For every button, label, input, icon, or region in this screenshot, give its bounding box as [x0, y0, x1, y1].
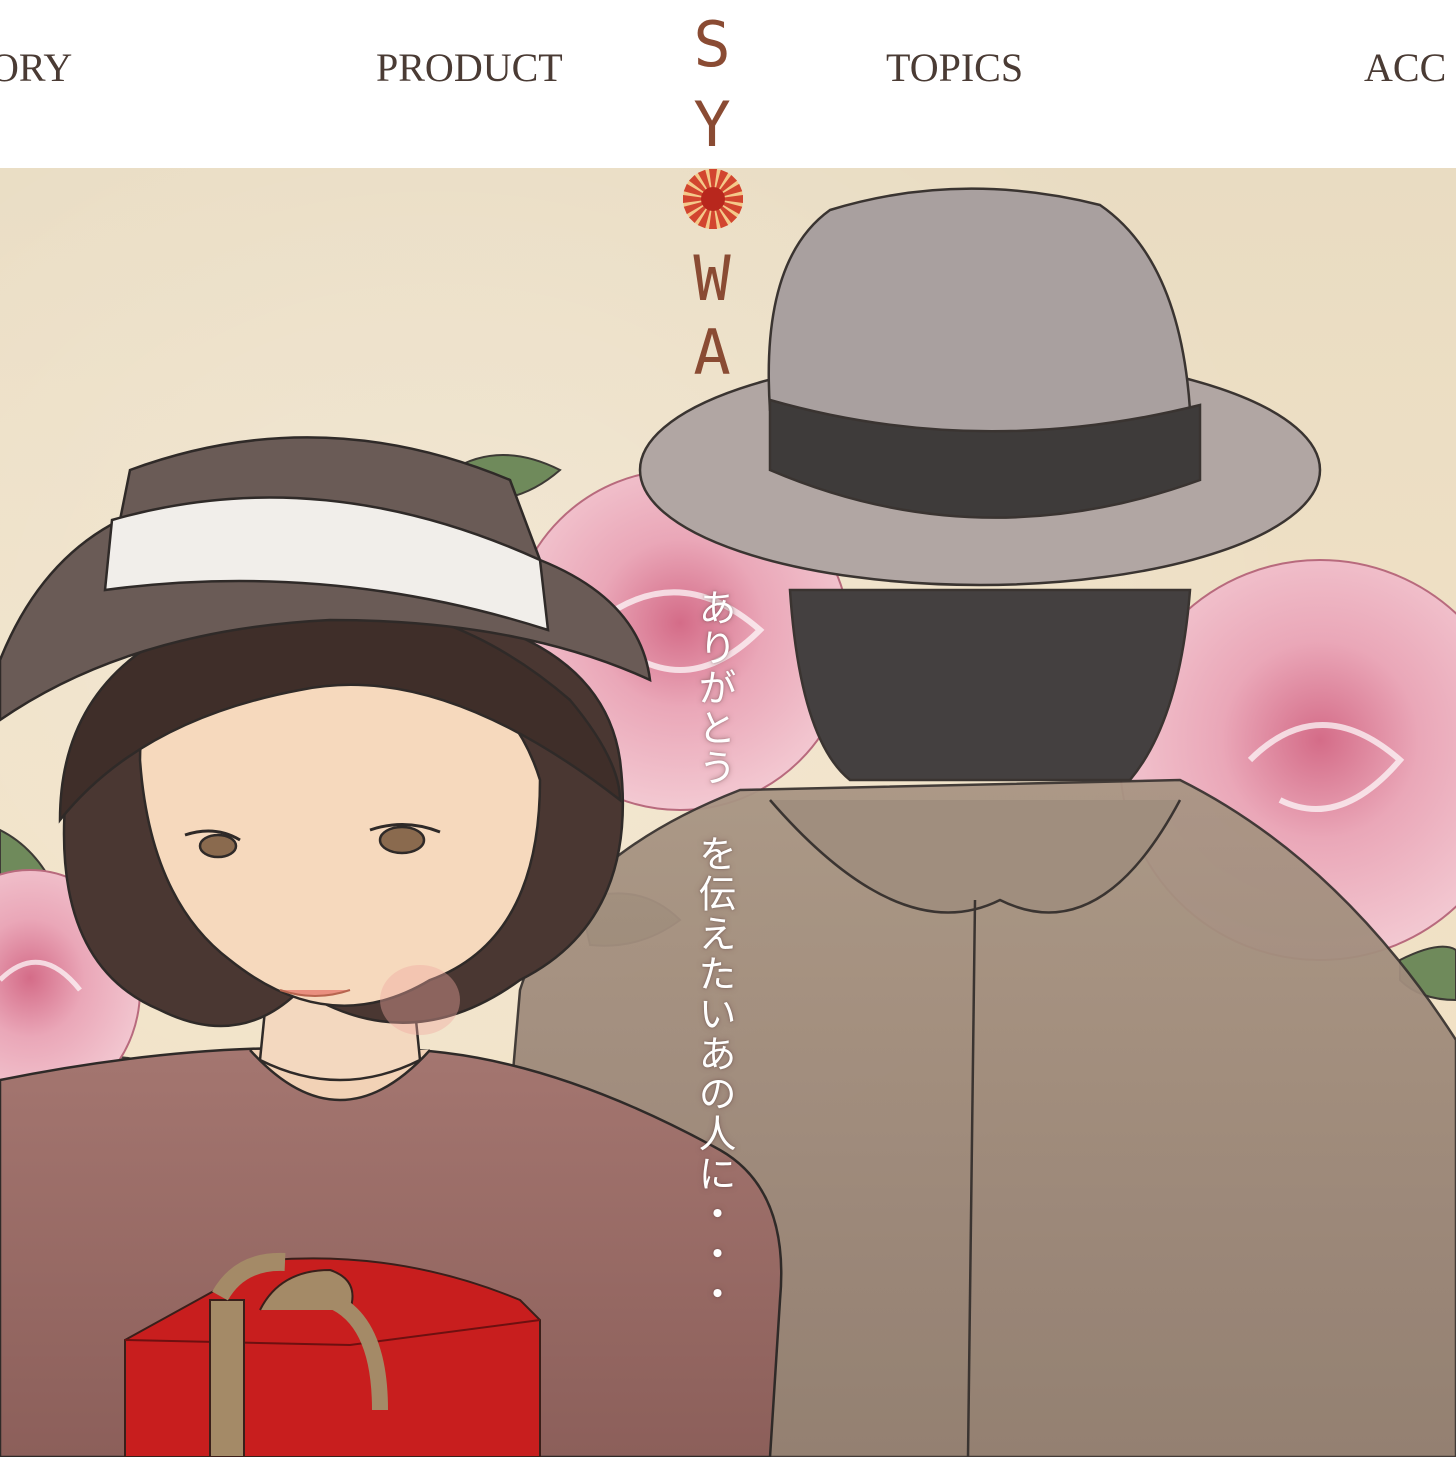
nav-access[interactable]: ACC [1364, 44, 1446, 92]
hero-tagline: ありがとう を伝えたいあの人に・・・ [692, 588, 736, 1314]
logo-letter-s: S [693, 8, 731, 81]
nav-story[interactable]: ORY [0, 44, 72, 92]
site-logo[interactable]: S Y W A [672, 0, 752, 400]
logo-letter-y: Y [693, 88, 731, 161]
nav-topics[interactable]: TOPICS [886, 44, 1023, 92]
logo-letter-a: A [693, 316, 731, 389]
logo-letter-w: W [693, 242, 731, 315]
rising-sun-emblem-icon [683, 169, 743, 229]
nav-product[interactable]: PRODUCT [376, 44, 563, 92]
